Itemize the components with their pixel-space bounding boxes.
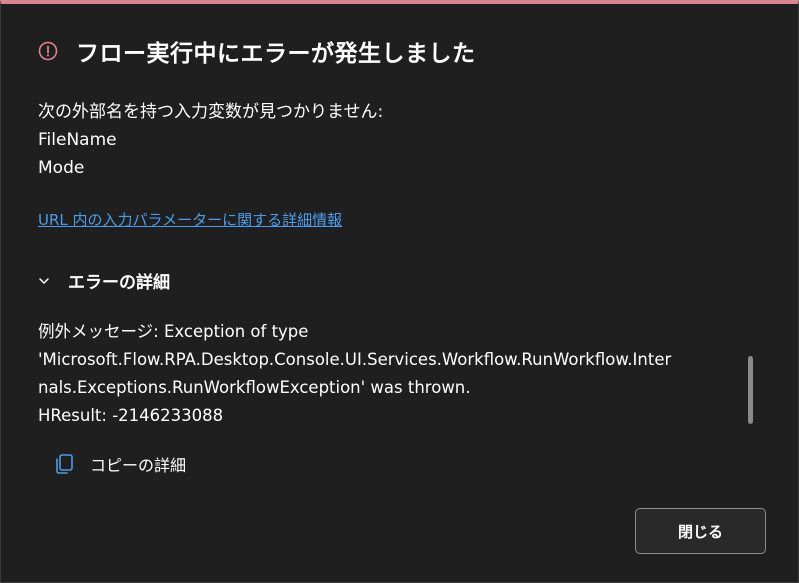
error-details-title: エラーの詳細 bbox=[68, 273, 170, 293]
copy-icon bbox=[56, 454, 73, 474]
chevron-down-icon bbox=[39, 277, 49, 284]
message-line: 次の外部名を持つ入力変数が見つかりません: bbox=[38, 102, 384, 122]
details-line: nals.Exceptions.RunWorkflowException' wa… bbox=[38, 378, 471, 397]
error-circle-icon bbox=[38, 41, 58, 61]
dialog-header: フロー実行中にエラーが発生しました bbox=[38, 34, 476, 68]
details-scrollbar[interactable] bbox=[748, 356, 753, 424]
error-dialog: フロー実行中にエラーが発生しました 次の外部名を持つ入力変数が見つかりません: … bbox=[0, 0, 799, 583]
dialog-title: フロー実行中にエラーが発生しました bbox=[76, 41, 476, 67]
details-line: 'Microsoft.Flow.RPA.Desktop.Console.UI.S… bbox=[38, 350, 672, 369]
error-message: 次の外部名を持つ入力変数が見つかりません: FileName Mode bbox=[38, 98, 383, 182]
details-line: 例外メッセージ: Exception of type bbox=[38, 322, 309, 341]
copy-details-label: コピーの詳細 bbox=[90, 456, 187, 475]
error-details-toggle[interactable]: エラーの詳細 bbox=[38, 268, 170, 293]
close-button[interactable]: 閉じる bbox=[635, 508, 766, 554]
details-line: HResult: -2146233088 bbox=[38, 406, 224, 425]
message-variable-filename: FileName bbox=[38, 130, 117, 150]
error-details-text: 例外メッセージ: Exception of type 'Microsoft.Fl… bbox=[38, 318, 743, 428]
copy-details-button[interactable]: コピーの詳細 bbox=[54, 452, 186, 476]
error-details-content: 例外メッセージ: Exception of type 'Microsoft.Fl… bbox=[38, 318, 743, 428]
message-variable-mode: Mode bbox=[38, 158, 85, 178]
input-parameters-help-link[interactable]: URL 内の入力パラメーターに関する詳細情報 bbox=[38, 209, 342, 230]
